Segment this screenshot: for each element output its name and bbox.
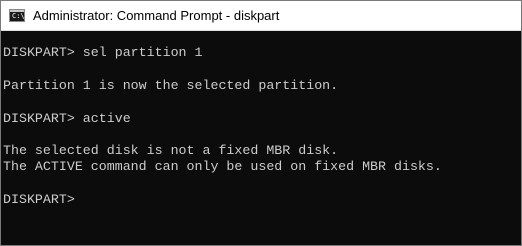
title-bar[interactable]: C:\ Administrator: Command Prompt - disk…	[1, 1, 521, 31]
console-output[interactable]: DISKPART> sel partition 1 Partition 1 is…	[1, 31, 521, 245]
console-line-partition-selected: Partition 1 is now the selected partitio…	[3, 78, 339, 93]
console-line-command-active: DISKPART> active	[3, 111, 131, 126]
window-title: Administrator: Command Prompt - diskpart	[33, 8, 280, 23]
console-line-error-active-mbr-only: The ACTIVE command can only be used on f…	[3, 159, 442, 174]
command-prompt-window: C:\ Administrator: Command Prompt - disk…	[0, 0, 522, 246]
console-line-command-sel-partition: DISKPART> sel partition 1	[3, 45, 203, 60]
console-line-error-not-mbr: The selected disk is not a fixed MBR dis…	[3, 143, 339, 158]
cmd-icon[interactable]: C:\	[9, 9, 25, 22]
console-prompt[interactable]: DISKPART>	[3, 192, 83, 208]
cmd-icon-glyph: C:\	[12, 12, 25, 20]
